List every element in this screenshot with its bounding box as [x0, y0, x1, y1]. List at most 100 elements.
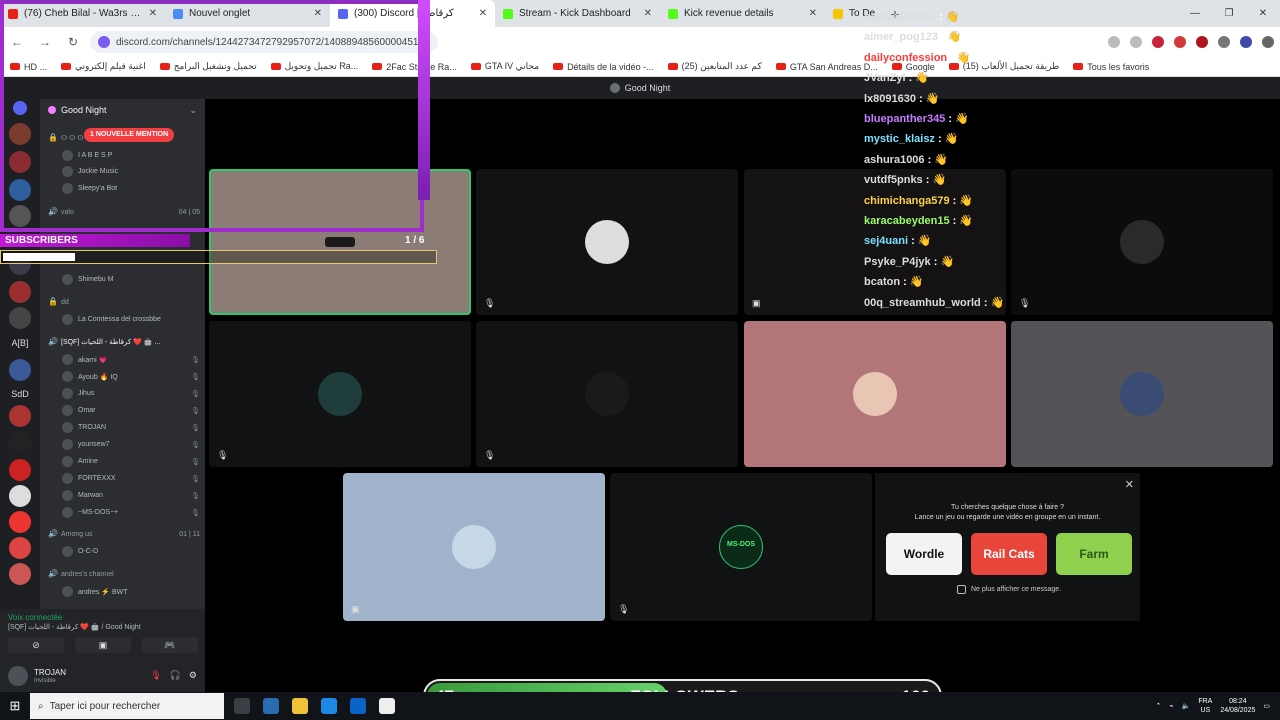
close-tab-icon[interactable]: ✕ — [479, 8, 487, 19]
camera-off-icon[interactable]: ⊘ — [8, 637, 64, 653]
bookmark-item[interactable]: GTA IV مجاني — [470, 61, 539, 72]
voice-user[interactable]: FORTEXXX 🎙 — [62, 472, 200, 485]
screen-share-icon[interactable]: ▣ — [75, 637, 131, 653]
dont-show-again[interactable]: Ne plus afficher ce message. — [957, 585, 1061, 594]
url-field[interactable]: discord.com/channels/1244273472792957072… — [90, 31, 438, 53]
close-tab-icon[interactable]: ✕ — [314, 8, 322, 19]
bookmark-item[interactable]: Détails de la vidéo -... — [553, 62, 654, 72]
browser-tab[interactable]: Kick revenue details ✕ — [660, 0, 825, 27]
server-icon[interactable] — [9, 359, 31, 381]
video-tile[interactable] — [1011, 321, 1273, 467]
back-icon[interactable]: ← — [6, 35, 28, 49]
chat-username[interactable]: bcaton — [864, 276, 900, 288]
chat-username[interactable]: aimer_pog123 — [864, 31, 938, 43]
video-tile[interactable]: 🎙 — [209, 321, 471, 467]
video-tile[interactable]: 🎙 — [476, 321, 738, 467]
minimize-icon[interactable]: — — [1178, 0, 1212, 27]
close-tab-icon[interactable]: ✕ — [809, 8, 817, 19]
task-view-icon[interactable] — [234, 698, 250, 714]
vscode-icon[interactable] — [321, 698, 337, 714]
maximize-icon[interactable]: ❐ — [1212, 0, 1246, 27]
chevron-up-icon[interactable]: ⌃ — [1156, 702, 1162, 710]
puzzle-icon[interactable] — [1218, 36, 1230, 48]
voice-user[interactable]: akami 💗 🎙 — [62, 353, 200, 366]
bookmark-item[interactable]: اغنية فيلم إلكتروني — [61, 61, 146, 72]
taskbar-search[interactable]: ⌕ Taper ici pour rechercher — [30, 693, 224, 719]
voice-user[interactable]: Ayoub 🔥 IQ 🎙 — [62, 370, 200, 383]
chat-username[interactable]: vutdf5pnks — [864, 174, 923, 186]
chat-username[interactable]: bluepanther345 — [864, 113, 945, 125]
chat-username[interactable]: ashura1006 — [864, 154, 925, 166]
bookmark-item[interactable]: Tous les favoris — [1073, 62, 1149, 72]
bookmark-item[interactable]: 2Fac Strobe Ra... — [372, 62, 457, 72]
chat-username[interactable]: Psyke_P4jyk — [864, 256, 931, 268]
chat-username[interactable]: dailyconfession — [864, 52, 947, 64]
chat-username[interactable]: karacabeyden15 — [864, 215, 950, 227]
extension-icon[interactable] — [1152, 36, 1164, 48]
video-tile[interactable]: 🎙 — [1011, 169, 1273, 315]
profile-icon[interactable] — [1240, 36, 1252, 48]
headphones-icon[interactable]: 🎧 — [170, 670, 181, 681]
voice-user[interactable]: Amine 🎙 — [62, 455, 200, 468]
video-tile[interactable]: 🎙 — [476, 169, 738, 315]
activity-card-farm[interactable]: Farm — [1056, 533, 1132, 575]
zoom-icon[interactable] — [1108, 36, 1120, 48]
channel-item[interactable]: 🔊 Among us 01 | 11 — [48, 527, 200, 541]
server-text-icon[interactable]: SdD — [4, 389, 36, 399]
bookmark-item[interactable]: (25) كم عدد المتابعين — [667, 61, 762, 72]
bookmark-item[interactable]: تحميل وتشغيل البرامج — [159, 61, 257, 72]
menu-icon[interactable] — [1262, 36, 1274, 48]
chat-username[interactable]: hamza6a9lmo — [864, 11, 936, 23]
windows-start-icon[interactable]: ⊞ — [0, 698, 30, 714]
checkbox[interactable] — [957, 585, 966, 594]
server-text-icon[interactable]: A[B] — [4, 338, 36, 348]
chat-username[interactable]: mystic_klaisz — [864, 133, 935, 145]
reload-icon[interactable]: ↻ — [62, 35, 84, 49]
server-icon[interactable] — [9, 432, 31, 454]
close-icon[interactable]: ✕ — [1125, 478, 1134, 491]
browser-tab-active[interactable]: (300) Discord | كرقاطة ✕ — [330, 0, 495, 27]
bookmark-item[interactable]: HD ... — [10, 62, 47, 72]
notification-icon[interactable]: ▭ — [1263, 702, 1270, 710]
notepad-icon[interactable] — [379, 698, 395, 714]
voice-user[interactable]: Sleepy'a Bot — [62, 182, 200, 195]
activity-card-railcats[interactable]: Rail Cats — [971, 533, 1047, 575]
site-info-icon[interactable] — [98, 36, 110, 48]
voice-user[interactable]: I A B E S P — [62, 149, 200, 162]
voice-user[interactable]: Jockie Music — [62, 165, 200, 178]
video-tile[interactable]: MS-DOS 🎙 — [610, 473, 872, 621]
store-icon[interactable] — [263, 698, 279, 714]
server-icon[interactable] — [9, 179, 31, 201]
channel-item-active[interactable]: 🔊 [SQF] كرقاطة - اللحيات ❤️ 🤖 ... — [48, 335, 200, 349]
star-icon[interactable] — [1130, 36, 1142, 48]
server-icon[interactable] — [9, 281, 31, 303]
voice-user[interactable]: Shimebu M — [62, 273, 200, 286]
voice-user[interactable]: Omar 🎙 — [62, 404, 200, 417]
browser-tab[interactable]: Nouvel onglet ✕ — [165, 0, 330, 27]
discord-home-icon[interactable] — [13, 101, 27, 115]
close-tab-icon[interactable]: ✕ — [149, 8, 157, 19]
server-icon[interactable] — [9, 123, 31, 145]
server-icon[interactable] — [9, 459, 31, 481]
server-icon[interactable] — [9, 485, 31, 507]
server-icon[interactable] — [9, 537, 31, 559]
server-icon[interactable] — [9, 151, 31, 173]
chat-username[interactable]: JVanZyl — [864, 72, 906, 84]
gear-icon[interactable]: ⚙ — [189, 670, 197, 681]
outlook-icon[interactable] — [350, 698, 366, 714]
activity-card-wordle[interactable]: Wordle — [886, 533, 962, 575]
channel-item[interactable]: 🔊 valo 04 | 05 — [48, 205, 200, 219]
server-header[interactable]: Good Night ⌄ — [40, 99, 205, 121]
file-explorer-icon[interactable] — [292, 698, 308, 714]
voice-user[interactable]: TROJAN 🎙 — [62, 421, 200, 434]
voice-user[interactable]: ~MS-DOS~+ 🎙 — [62, 506, 200, 519]
forward-icon[interactable]: → — [34, 35, 56, 49]
server-icon[interactable] — [9, 511, 31, 533]
voice-user[interactable]: Jihus 🎙 — [62, 387, 200, 400]
activity-icon[interactable]: 🎮 — [142, 637, 198, 653]
extension-icon[interactable] — [1196, 36, 1208, 48]
chat-username[interactable]: chimichanga579 — [864, 195, 950, 207]
network-icon[interactable]: ⌁ — [1169, 702, 1173, 710]
voice-user[interactable]: younsew7 🎙 — [62, 438, 200, 451]
channel-item[interactable]: 🔒 dd — [48, 295, 200, 309]
